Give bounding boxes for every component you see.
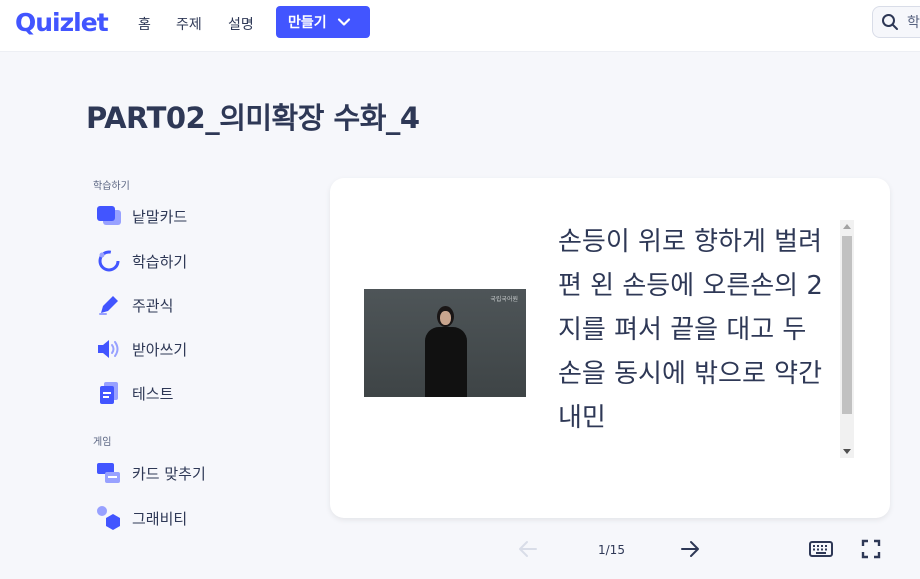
nav-explanations-link[interactable]: 설명 <box>228 14 254 34</box>
learn-icon <box>96 248 122 274</box>
gravity-icon <box>96 505 122 531</box>
game-section-label: 게임 <box>93 437 112 448</box>
scroll-up-arrow-icon[interactable] <box>843 224 851 229</box>
chevron-down-icon <box>337 18 350 26</box>
image-watermark: 국립국어원 <box>490 296 518 303</box>
search-icon <box>882 14 898 30</box>
sign-language-video-image: 국립국어원 <box>364 289 526 397</box>
sidebar-item-label: 테스트 <box>132 384 174 403</box>
sidebar-item-gravity[interactable]: 그래비티 <box>96 504 187 532</box>
nav-home-link[interactable]: 홈 <box>138 14 151 34</box>
fullscreen-icon[interactable] <box>860 538 882 560</box>
next-card-button[interactable] <box>678 537 702 561</box>
sidebar-item-test[interactable]: 테스트 <box>96 379 173 407</box>
scrollbar-thumb[interactable] <box>842 236 852 414</box>
top-header: Quizlet 홈 주제 설명 만들기 학 <box>0 0 920 52</box>
sidebar-item-learn[interactable]: 학습하기 <box>96 247 187 275</box>
sidebar-item-written[interactable]: 주관식 <box>96 291 173 319</box>
card-definition-text: 손등이 위로 향하게 벌려 편 왼 손등에 오른손의 2지를 펴서 끝을 대고 … <box>558 227 823 433</box>
create-button-label: 만들기 <box>288 15 327 31</box>
search-input[interactable]: 학 <box>872 6 920 38</box>
card-page-counter: 1/15 <box>598 543 625 557</box>
create-button[interactable]: 만들기 <box>276 6 370 38</box>
nav-subjects-link[interactable]: 주제 <box>176 14 202 34</box>
sidebar-item-label: 주관식 <box>132 296 174 315</box>
match-icon <box>96 460 122 486</box>
card-scrollbar[interactable] <box>840 220 854 458</box>
sidebar-item-label: 받아쓰기 <box>132 340 188 359</box>
sidebar-item-spell[interactable]: 받아쓰기 <box>96 335 187 363</box>
sidebar-item-label: 낱말카드 <box>132 207 188 226</box>
sidebar-item-label: 그래비티 <box>132 509 188 528</box>
signer-body <box>425 327 467 397</box>
keyboard-shortcuts-icon[interactable] <box>808 538 834 560</box>
sidebar-item-flashcards[interactable]: 낱말카드 <box>96 202 187 230</box>
test-icon <box>96 380 122 406</box>
sidebar-item-label: 학습하기 <box>132 252 188 271</box>
study-section-label: 학습하기 <box>93 181 130 192</box>
speaker-icon <box>96 336 122 362</box>
search-placeholder: 학 <box>907 15 920 31</box>
scroll-down-arrow-icon[interactable] <box>843 449 851 454</box>
sidebar-item-match[interactable]: 카드 맞추기 <box>96 459 206 487</box>
sidebar-item-label: 카드 맞추기 <box>132 464 206 483</box>
previous-card-button[interactable] <box>516 537 540 561</box>
page-title: PART02_의미확장 수화_4 <box>86 101 420 135</box>
quizlet-logo[interactable]: Quizlet <box>15 8 109 37</box>
flashcard[interactable]: 국립국어원 손등이 위로 향하게 벌려 편 왼 손등에 오른손의 2지를 펴서 … <box>330 178 890 518</box>
signer-face <box>440 311 451 325</box>
flashcards-icon <box>96 203 122 229</box>
pencil-icon <box>96 292 122 318</box>
